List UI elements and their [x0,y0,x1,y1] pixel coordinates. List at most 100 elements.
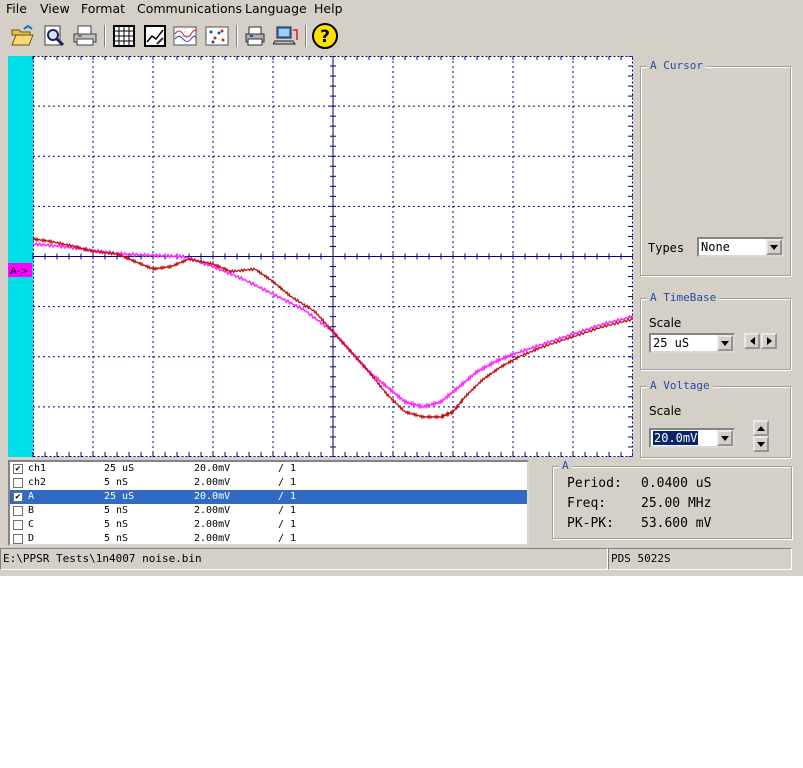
timebase-panel-title: A TimeBase [647,291,720,304]
channel-name: B [28,505,35,516]
voltage-scale-value[interactable]: 20.0mV [653,431,699,445]
menu-bar: File View Format Communications Language… [0,0,803,18]
freq-value: 25.00 MHz [641,496,712,511]
channel-name: ch1 [28,463,47,474]
period-readout: Period: 0.0400 uS [567,476,711,491]
timebase-scale-label: Scale [649,316,682,330]
channel-list[interactable]: ✔ ch1 25 uS 20.0mV / 1 ch2 5 nS 2.00mV /… [8,460,529,546]
voltage-scale-label: Scale [649,404,682,418]
open-folder-icon[interactable] [9,23,35,49]
channel-name: C [28,519,35,530]
channel-timebase: 5 nS [104,477,129,488]
channel-probe: / 1 [278,505,297,516]
channel-a-marker[interactable]: A-> [8,263,32,277]
voltage-decrease-button[interactable] [753,436,769,452]
channel-timebase: 25 uS [104,491,135,502]
period-label: Period: [567,476,622,491]
pkpk-label: PK-PK: [567,516,614,531]
channel-voltage: 2.00mV [194,477,231,488]
voltage-panel-title: A Voltage [647,379,713,392]
toolbar-separator [236,25,238,47]
cursor-types-select[interactable]: None [697,237,784,257]
channel-name: A [28,491,35,502]
voltage-increase-button[interactable] [753,420,769,436]
print-icon[interactable] [72,23,98,49]
chart-edit-icon[interactable] [142,23,168,49]
timebase-panel: A TimeBase Scale 25 uS [640,291,791,370]
measurement-panel: A Period: 0.0400 uS Freq: 25.00 MHz PK-P… [552,459,792,539]
channel-name: ch2 [28,477,47,488]
channel-b-checkbox[interactable] [13,506,23,516]
timebase-increase-button[interactable] [761,333,777,349]
chevron-down-icon[interactable] [717,430,733,446]
channel-row-c[interactable]: C 5 nS 2.00mV / 1 [10,518,527,532]
oscilloscope-display[interactable]: A-> [8,56,633,457]
channel-voltage: 20.0mV [194,463,231,474]
help-icon[interactable]: ? [312,23,338,49]
chevron-down-icon[interactable] [717,335,733,351]
chevron-down-icon[interactable] [766,239,782,255]
channel-probe: / 1 [278,463,297,474]
menu-help[interactable]: Help [314,1,343,17]
period-value: 0.0400 uS [641,476,712,491]
channel-a-checkbox[interactable]: ✔ [13,492,23,502]
channel-ch2-checkbox[interactable] [13,478,23,488]
channel-probe: / 1 [278,519,297,530]
menu-view[interactable]: View [40,1,70,17]
channel-probe: / 1 [278,533,297,544]
channel-ch1-checkbox[interactable]: ✔ [13,464,23,474]
menu-communications[interactable]: Communications [137,1,242,17]
channel-row-b[interactable]: B 5 nS 2.00mV / 1 [10,504,527,518]
svg-text:A->: A-> [10,266,29,277]
freq-readout: Freq: 25.00 MHz [567,496,711,511]
network-pc-icon[interactable] [273,23,299,49]
channel-timebase: 5 nS [104,519,129,530]
menu-language[interactable]: Language [245,1,307,17]
cursor-panel-title: A Cursor [647,59,706,72]
printer-setup-icon[interactable] [242,23,268,49]
channel-voltage: 2.00mV [194,505,231,516]
menu-file[interactable]: File [6,1,27,17]
channel-c-checkbox[interactable] [13,520,23,530]
channel-timebase: 25 uS [104,463,135,474]
channel-row-ch2[interactable]: ch2 5 nS 2.00mV / 1 [10,476,527,490]
channel-row-d[interactable]: D 5 nS 2.00mV / 1 [10,532,527,544]
channel-name: D [28,533,35,544]
voltage-panel: A Voltage Scale 20.0mV [640,379,791,458]
menu-format[interactable]: Format [81,1,125,17]
toolbar-separator [305,25,307,47]
pkpk-readout: PK-PK: 53.600 mV [567,516,711,531]
channel-timebase: 5 nS [104,505,129,516]
freq-label: Freq: [567,496,607,511]
channel-offset-bar[interactable] [8,56,33,457]
timebase-scale-select[interactable]: 25 uS [649,333,735,353]
cursor-types-label: Types [648,241,685,255]
channel-probe: / 1 [278,477,297,488]
timebase-decrease-button[interactable] [744,333,760,349]
voltage-scale-select[interactable]: 20.0mV [649,428,735,448]
zoom-preview-icon[interactable] [41,23,67,49]
channel-row-a[interactable]: ✔ A 25 uS 20.0mV / 1 [10,490,527,504]
toolbar-separator [104,25,106,47]
measurement-panel-title: A [559,459,572,472]
channel-voltage: 20.0mV [194,491,231,502]
table-icon[interactable] [111,23,137,49]
status-bar: E:\PPSR Tests\1n4007 noise.bin PDS 5022S [0,548,803,570]
channel-timebase: 5 nS [104,533,129,544]
svg-text:?: ? [320,27,330,47]
channel-voltage: 2.00mV [194,533,231,544]
scatter-icon[interactable] [204,23,230,49]
cursor-panel: A Cursor Types None [640,59,791,276]
timebase-scale-value: 25 uS [653,336,690,350]
application-window: File View Format Communications Language… [0,0,803,576]
pkpk-value: 53.600 mV [641,516,712,531]
cursor-types-value: None [701,240,730,254]
waveform-icon[interactable] [172,23,198,49]
channel-voltage: 2.00mV [194,519,231,530]
status-device-model: PDS 5022S [608,548,792,570]
channel-probe: / 1 [278,491,297,502]
channel-d-checkbox[interactable] [13,534,23,544]
toolbar: ? [0,19,803,53]
channel-row-ch1[interactable]: ✔ ch1 25 uS 20.0mV / 1 [10,462,527,476]
status-file-path: E:\PPSR Tests\1n4007 noise.bin [0,548,608,570]
